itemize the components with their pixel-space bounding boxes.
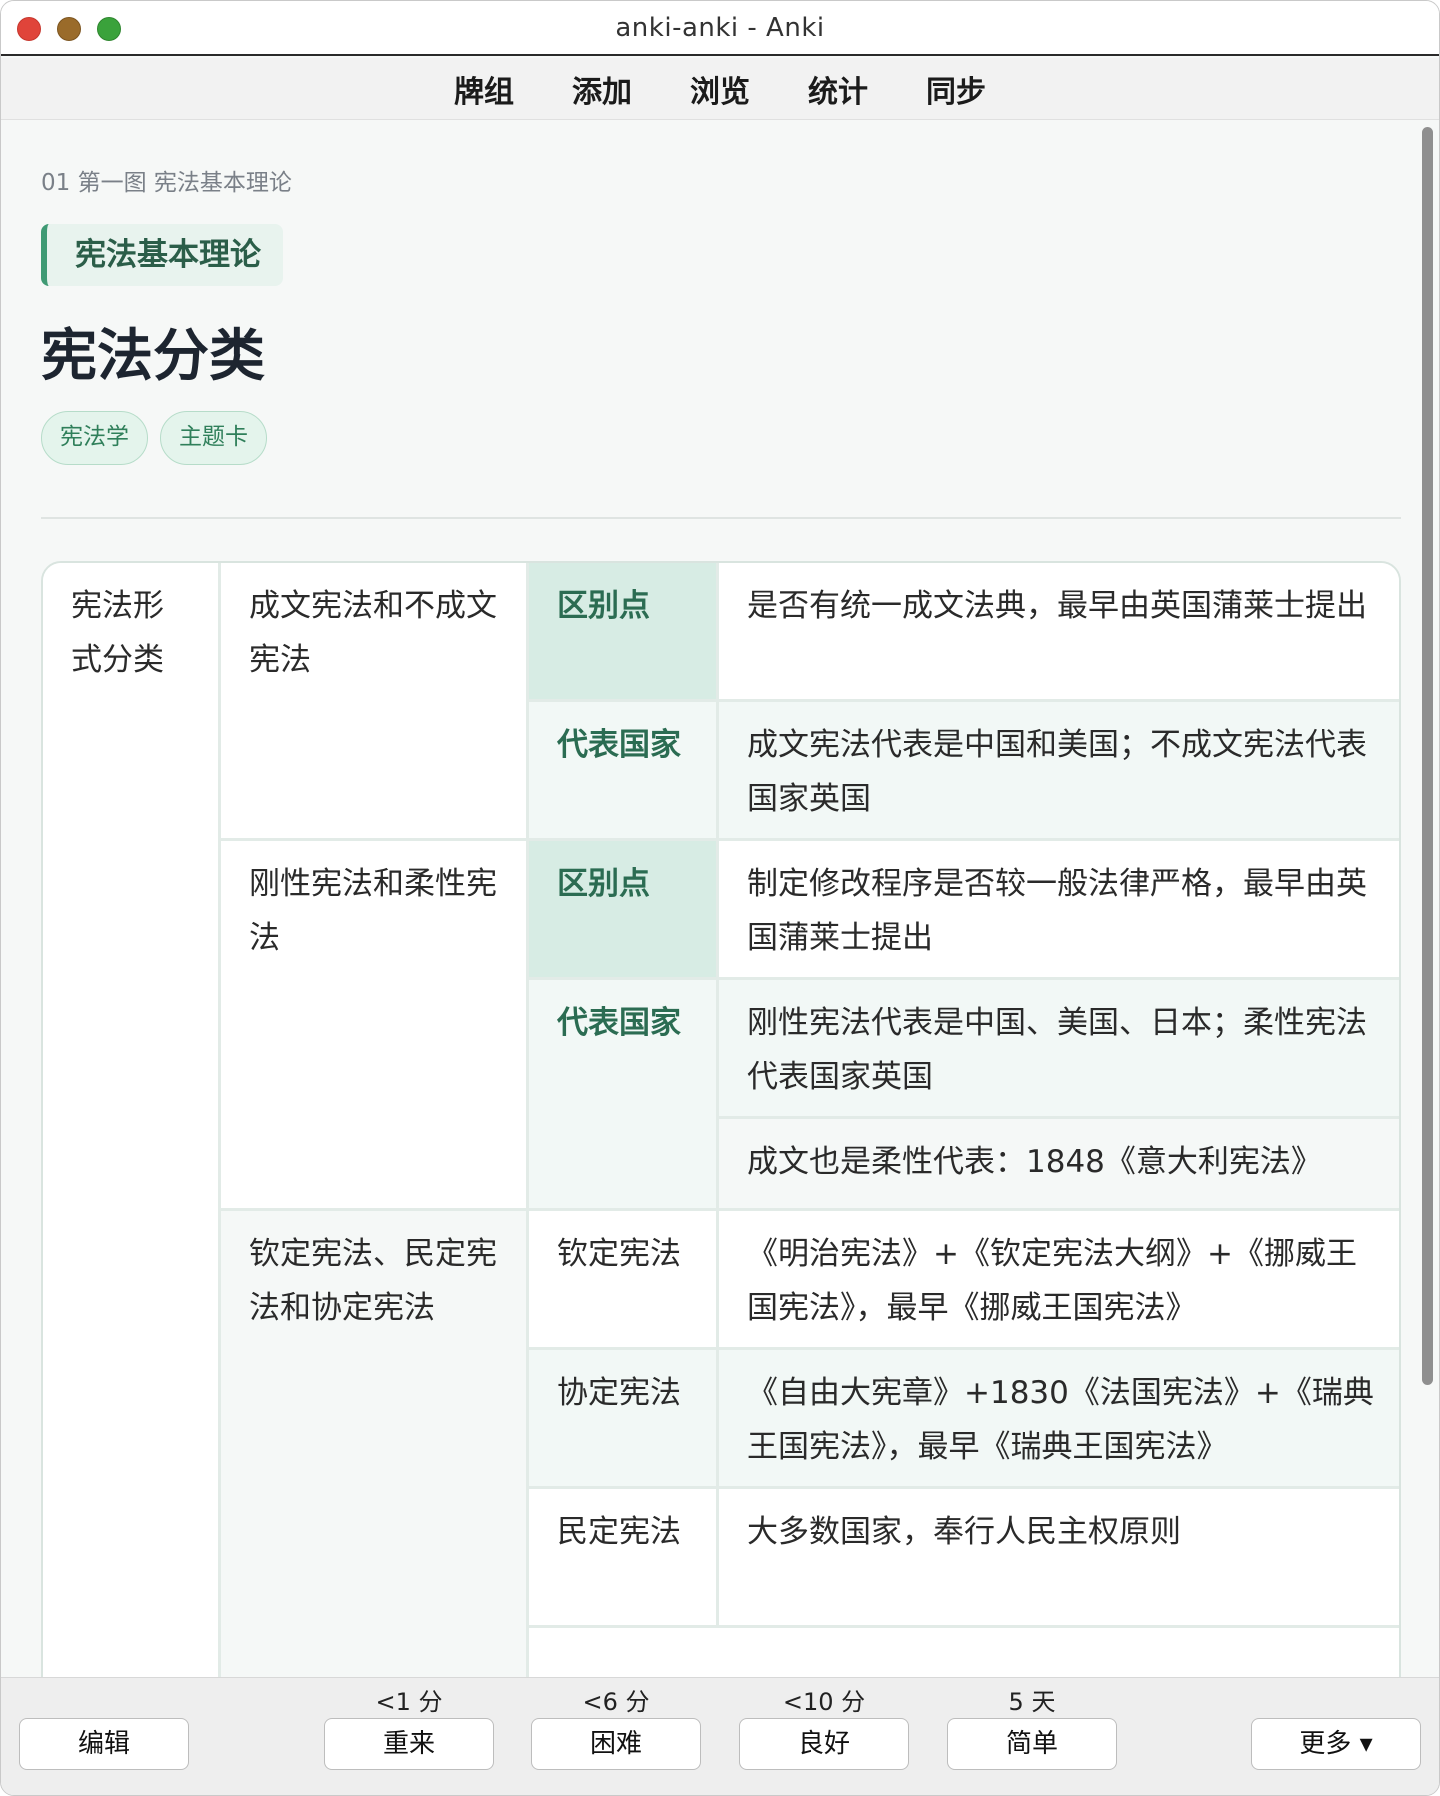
easy-button[interactable]: 简单 bbox=[947, 1718, 1117, 1770]
answer-bar: <1 分 <6 分 <10 分 5 天 编辑 重来 困难 良好 简单 更多 ▾ bbox=[1, 1677, 1439, 1795]
anki-window: anki-anki - Anki 牌组 添加 浏览 统计 同步 01 第一图 宪… bbox=[0, 0, 1440, 1796]
table-cell-text: 《明治宪法》+《钦定宪法大纲》+《挪威王国宪法》，最早《挪威王国宪法》 bbox=[719, 1211, 1399, 1350]
nav-sync[interactable]: 同步 bbox=[926, 67, 986, 111]
easy-interval: 5 天 bbox=[1008, 1688, 1056, 1716]
nav-stats[interactable]: 统计 bbox=[808, 67, 868, 111]
card-view: 01 第一图 宪法基本理论 宪法基本理论 宪法分类 宪法学 主题卡 宪法形式分类… bbox=[1, 121, 1419, 1677]
table-cell-label: 区别点 bbox=[529, 563, 719, 702]
table-cell-group: 钦定宪法、民定宪法和协定宪法 bbox=[221, 1211, 529, 1677]
table-cell-label: 代表国家 bbox=[529, 702, 719, 841]
table-cell-label: 代表国家 bbox=[529, 980, 719, 1211]
hard-button[interactable]: 困难 bbox=[531, 1718, 701, 1770]
table-cell-label: 钦定宪法 bbox=[529, 1211, 719, 1350]
table-cell-group: 刚性宪法和柔性宪法 bbox=[221, 841, 529, 1211]
again-button[interactable]: 重来 bbox=[324, 1718, 494, 1770]
table-cell-category: 宪法形式分类 bbox=[43, 563, 221, 1677]
scrollbar-thumb[interactable] bbox=[1422, 127, 1433, 1385]
title-bar: anki-anki - Anki bbox=[1, 1, 1439, 56]
hard-interval: <6 分 bbox=[582, 1688, 650, 1716]
nav-decks[interactable]: 牌组 bbox=[454, 67, 514, 111]
table-cell-group: 成文宪法和不成文宪法 bbox=[221, 563, 529, 841]
table-cell-text: 大多数国家，奉行人民主权原则 bbox=[719, 1489, 1399, 1628]
table-cell-label: 区别点 bbox=[529, 841, 719, 980]
window-title: anki-anki - Anki bbox=[615, 13, 825, 43]
table-cell-label: 协定宪法 bbox=[529, 1350, 719, 1489]
more-button[interactable]: 更多 ▾ bbox=[1251, 1718, 1421, 1770]
tag-chip: 主题卡 bbox=[160, 411, 267, 465]
table-cell-text: 是否有统一成文法典，最早由英国蒲莱士提出 bbox=[719, 563, 1399, 702]
table-cell-text: 刚性宪法代表是中国、美国、日本；柔性宪法代表国家英国 bbox=[719, 980, 1399, 1119]
section-tag: 宪法基本理论 bbox=[41, 224, 283, 286]
page-title: 宪法分类 bbox=[41, 324, 265, 389]
edit-button[interactable]: 编辑 bbox=[19, 1718, 189, 1770]
breadcrumb: 01 第一图 宪法基本理论 bbox=[41, 170, 292, 196]
table-cell-text: 制定修改程序是否较一般法律严格，最早由英国蒲莱士提出 bbox=[719, 841, 1399, 980]
good-button[interactable]: 良好 bbox=[739, 1718, 909, 1770]
again-interval: <1 分 bbox=[375, 1688, 443, 1716]
good-interval: <10 分 bbox=[782, 1688, 866, 1716]
nav-add[interactable]: 添加 bbox=[572, 67, 632, 111]
table-cell-text: 《自由大宪章》+1830《法国宪法》+《瑞典王国宪法》，最早《瑞典王国宪法》 bbox=[719, 1350, 1399, 1489]
main-toolbar: 牌组 添加 浏览 统计 同步 bbox=[1, 58, 1439, 120]
tag-list: 宪法学 主题卡 bbox=[41, 411, 267, 465]
table-cell-text: 成文宪法代表是中国和美国；不成文宪法代表国家英国 bbox=[719, 702, 1399, 841]
nav-browse[interactable]: 浏览 bbox=[690, 67, 750, 111]
divider bbox=[41, 517, 1401, 519]
table-cell-text: 成文也是柔性代表：1848《意大利宪法》 bbox=[719, 1119, 1399, 1211]
classification-table: 宪法形式分类 成文宪法和不成文宪法 区别点 是否有统一成文法典，最早由英国蒲莱士… bbox=[41, 561, 1401, 1677]
table-cell-label: 民定宪法 bbox=[529, 1489, 719, 1628]
tag-chip: 宪法学 bbox=[41, 411, 148, 465]
